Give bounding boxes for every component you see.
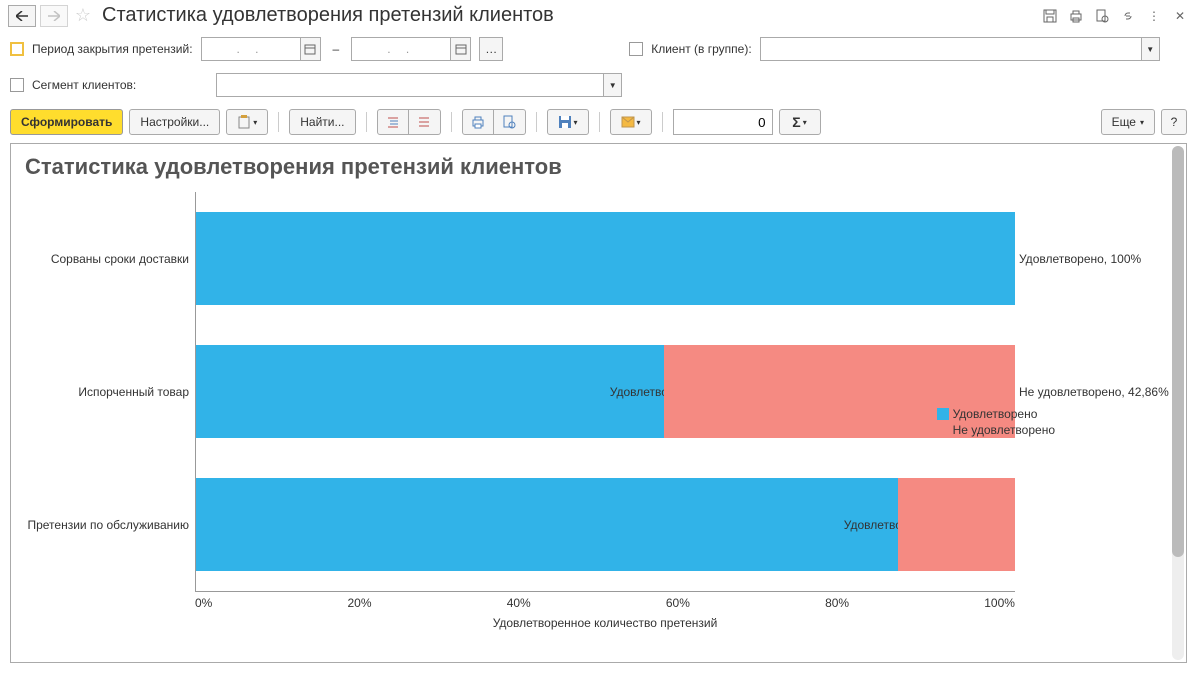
floppy-icon bbox=[558, 115, 572, 129]
scrollbar[interactable] bbox=[1172, 146, 1184, 660]
segment-label: Сегмент клиентов: bbox=[32, 78, 136, 92]
legend-swatch-satisfied bbox=[937, 408, 949, 420]
nav-back-button[interactable] bbox=[8, 5, 36, 27]
x-tick-3: 60% bbox=[666, 596, 690, 610]
bar-satisfied-1: Удовлетворено, 57,14% bbox=[196, 345, 664, 438]
x-tick-4: 80% bbox=[825, 596, 849, 610]
chevron-down-icon: ▾ bbox=[1140, 118, 1144, 127]
calendar-icon bbox=[455, 43, 467, 55]
chevron-down-icon: ▾ bbox=[637, 118, 641, 127]
star-icon: ☆ bbox=[75, 5, 91, 26]
client-input[interactable] bbox=[761, 42, 1141, 57]
collapse-button[interactable] bbox=[409, 109, 441, 135]
chart: Сорваны сроки доставки Испорченный товар… bbox=[25, 192, 1172, 632]
legend-label-1: Не удовлетворено bbox=[953, 423, 1055, 437]
bar-row-2: Удовлетворено, 85,71% bbox=[196, 458, 1015, 591]
floppy-icon bbox=[1043, 9, 1057, 23]
bar-label-1-1: Не удовлетворено, 42,86% bbox=[1019, 385, 1169, 399]
generate-button[interactable]: Сформировать bbox=[10, 109, 123, 135]
client-dropdown[interactable]: ▼ bbox=[760, 37, 1160, 61]
print-report-button[interactable] bbox=[462, 109, 494, 135]
x-tick-5: 100% bbox=[984, 596, 1015, 610]
date-dash: – bbox=[333, 42, 340, 56]
segment-dropdown-button[interactable]: ▼ bbox=[603, 74, 621, 96]
nav-forward-button[interactable] bbox=[40, 5, 68, 27]
calendar-icon bbox=[304, 43, 316, 55]
date-from-input[interactable]: . . bbox=[201, 37, 301, 61]
sum-input[interactable] bbox=[673, 109, 773, 135]
find-button[interactable]: Найти... bbox=[289, 109, 355, 135]
date-from-picker[interactable] bbox=[301, 37, 321, 61]
segment-checkbox[interactable] bbox=[10, 78, 24, 92]
collapse-icon bbox=[417, 115, 431, 129]
link-icon bbox=[1121, 9, 1135, 23]
bar-row-0: Удовлетворено, 100% bbox=[196, 192, 1015, 325]
client-dropdown-button[interactable]: ▼ bbox=[1141, 38, 1159, 60]
y-category-2: Претензии по обслуживанию bbox=[25, 459, 195, 592]
sigma-icon: Σ bbox=[792, 114, 800, 130]
sum-button[interactable]: Σ ▾ bbox=[779, 109, 821, 135]
chevron-down-icon: ▾ bbox=[253, 118, 257, 127]
link-button[interactable] bbox=[1119, 7, 1137, 25]
chevron-down-icon: ▼ bbox=[1146, 45, 1154, 54]
x-axis-title: Удовлетворенное количество претензий bbox=[195, 616, 1015, 630]
close-button[interactable]: ✕ bbox=[1171, 7, 1189, 25]
bar-unsatisfied-2 bbox=[898, 478, 1015, 571]
page-title: Статистика удовлетворения претензий клие… bbox=[102, 4, 1037, 27]
date-to-picker[interactable] bbox=[451, 37, 471, 61]
preview-report-button[interactable] bbox=[494, 109, 526, 135]
print-icon bbox=[1069, 9, 1083, 23]
expand-button[interactable] bbox=[377, 109, 409, 135]
period-checkbox[interactable] bbox=[10, 42, 24, 56]
report-title: Статистика удовлетворения претензий клие… bbox=[25, 154, 1172, 180]
arrow-left-icon bbox=[16, 11, 28, 21]
segment-dropdown[interactable]: ▼ bbox=[216, 73, 622, 97]
page-magnify-icon bbox=[1095, 9, 1109, 23]
save-report-button[interactable]: ▾ bbox=[547, 109, 589, 135]
help-button[interactable]: ? bbox=[1161, 109, 1187, 135]
y-category-0: Сорваны сроки доставки bbox=[25, 192, 195, 325]
x-tick-2: 40% bbox=[507, 596, 531, 610]
client-checkbox[interactable] bbox=[629, 42, 643, 56]
chevron-down-icon: ▼ bbox=[609, 81, 617, 90]
date-to-input[interactable]: . . bbox=[351, 37, 451, 61]
dots-vertical-icon: ⋮ bbox=[1148, 9, 1160, 23]
more-menu-button[interactable]: ⋮ bbox=[1145, 7, 1163, 25]
x-tick-0: 0% bbox=[195, 596, 212, 610]
client-label: Клиент (в группе): bbox=[651, 42, 751, 56]
clipboard-icon bbox=[237, 115, 251, 129]
chevron-down-icon: ▾ bbox=[803, 118, 807, 127]
expand-icon bbox=[386, 115, 400, 129]
arrow-right-icon bbox=[48, 11, 60, 21]
segment-input[interactable] bbox=[217, 78, 603, 93]
bar-satisfied-0 bbox=[196, 212, 1015, 305]
chevron-down-icon: ▾ bbox=[574, 118, 578, 127]
preview-button[interactable] bbox=[1093, 7, 1111, 25]
y-category-1: Испорченный товар bbox=[25, 325, 195, 458]
settings-button[interactable]: Настройки... bbox=[129, 109, 220, 135]
report-area: Статистика удовлетворения претензий клие… bbox=[10, 143, 1187, 663]
period-label: Период закрытия претензий: bbox=[32, 42, 193, 56]
favorite-button[interactable]: ☆ bbox=[72, 5, 94, 27]
variants-button[interactable]: ▾ bbox=[226, 109, 268, 135]
bar-row-1: Удовлетворено, 57,14% Не удовлетворено, … bbox=[196, 325, 1015, 458]
mail-icon bbox=[621, 116, 635, 128]
legend-swatch-unsatisfied bbox=[937, 424, 949, 436]
period-options-button[interactable]: … bbox=[479, 37, 503, 61]
page-magnify-icon bbox=[502, 115, 516, 129]
legend: Удовлетворено Не удовлетворено bbox=[937, 407, 1055, 439]
close-icon: ✕ bbox=[1175, 9, 1185, 23]
scrollbar-thumb[interactable] bbox=[1172, 146, 1184, 557]
ellipsis-icon: … bbox=[485, 42, 497, 56]
print-icon bbox=[471, 115, 485, 129]
legend-label-0: Удовлетворено bbox=[953, 407, 1038, 421]
send-button[interactable]: ▾ bbox=[610, 109, 652, 135]
x-tick-1: 20% bbox=[348, 596, 372, 610]
print-button[interactable] bbox=[1067, 7, 1085, 25]
more-button[interactable]: Еще ▾ bbox=[1101, 109, 1155, 135]
save-button[interactable] bbox=[1041, 7, 1059, 25]
bar-satisfied-2: Удовлетворено, 85,71% bbox=[196, 478, 898, 571]
bar-label-0-0: Удовлетворено, 100% bbox=[1019, 252, 1141, 266]
